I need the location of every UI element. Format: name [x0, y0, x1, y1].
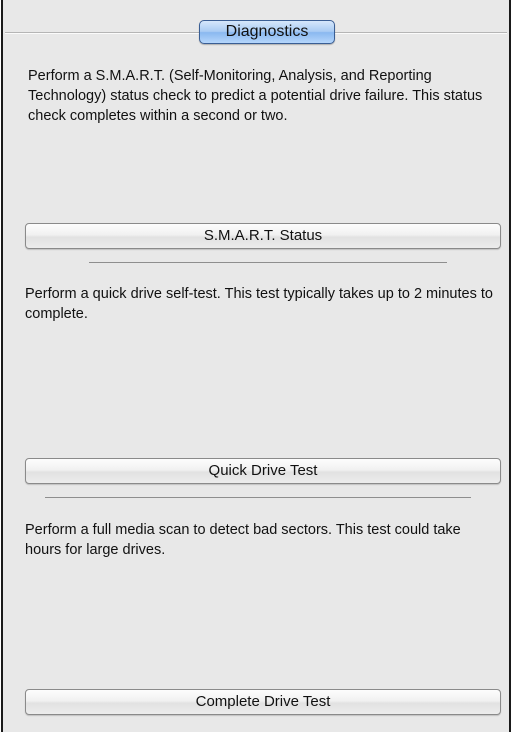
section-divider [89, 262, 447, 263]
diagnostics-panel: Diagnostics Perform a S.M.A.R.T. (Self-M… [1, 0, 511, 732]
diagnostics-tab[interactable]: Diagnostics [199, 20, 335, 44]
section-divider [45, 497, 471, 498]
smart-status-button[interactable]: S.M.A.R.T. Status [25, 223, 501, 249]
complete-drive-test-button[interactable]: Complete Drive Test [25, 689, 501, 715]
complete-drive-test-description: Perform a full media scan to detect bad … [25, 522, 461, 558]
smart-status-description: Perform a S.M.A.R.T. (Self-Monitoring, A… [28, 68, 483, 124]
quick-drive-test-button[interactable]: Quick Drive Test [25, 458, 501, 484]
quick-drive-test-description: Perform a quick drive self-test. This te… [25, 286, 493, 322]
